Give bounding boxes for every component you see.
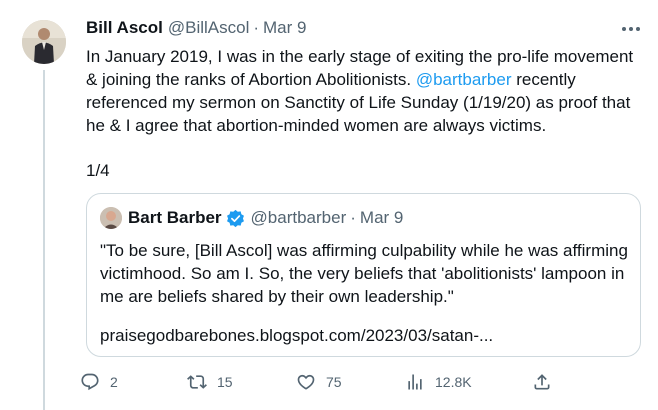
author-avatar[interactable] [22,20,66,64]
tweet-text: In January 2019, I was in the early stag… [86,45,642,137]
more-options-icon[interactable] [620,25,642,33]
tweet-actions: 2 15 75 12.8K [80,368,560,396]
author-avatar-image [22,20,66,64]
thread-count: 1/4 [86,161,110,180]
views-chart-icon [408,374,422,390]
quote-avatar-image [100,207,122,229]
author-name[interactable]: Bill Ascol [86,17,163,39]
tweet[interactable]: Bill Ascol @BillAscol · Mar 9 In January… [0,0,658,410]
thread-line [43,70,45,410]
tweet-date[interactable]: Mar 9 [263,17,306,39]
views-button[interactable]: 12.8K [405,368,472,396]
quote-separator: · [350,208,356,227]
like-count: 75 [326,374,342,390]
quote-author-handle: @bartbarber [250,208,347,227]
like-button[interactable]: 75 [296,368,342,396]
retweet-button[interactable]: 15 [187,368,233,396]
quote-link[interactable]: praisegodbarebones.blogspot.com/2023/03/… [100,325,493,347]
author-handle[interactable]: @BillAscol [168,17,250,39]
tweet-content: Bill Ascol @BillAscol · Mar 9 In January… [86,17,642,182]
tweet-header: Bill Ascol @BillAscol · Mar 9 [86,17,642,39]
share-button[interactable] [532,368,552,396]
mention-link[interactable]: @bartbarber [416,70,512,89]
header-separator: · [253,18,260,37]
share-icon [534,374,550,390]
views-count: 12.8K [435,374,472,390]
quote-tweet-card[interactable]: Bart Barber @bartbarber · Mar 9 "To be s… [86,193,641,357]
quote-author-name: Bart Barber [128,208,222,227]
quote-date: Mar 9 [359,208,404,227]
retweet-icon [187,375,207,389]
quote-header: Bart Barber @bartbarber · Mar 9 [100,207,403,229]
reply-icon [81,373,99,391]
reply-count: 2 [110,374,118,390]
reply-button[interactable]: 2 [80,368,118,396]
quote-author-avatar [100,207,122,229]
heart-icon [297,374,315,390]
verified-badge-icon [226,209,244,227]
retweet-count: 15 [217,374,233,390]
quote-text: "To be sure, [Bill Ascol] was affirming … [100,241,628,306]
